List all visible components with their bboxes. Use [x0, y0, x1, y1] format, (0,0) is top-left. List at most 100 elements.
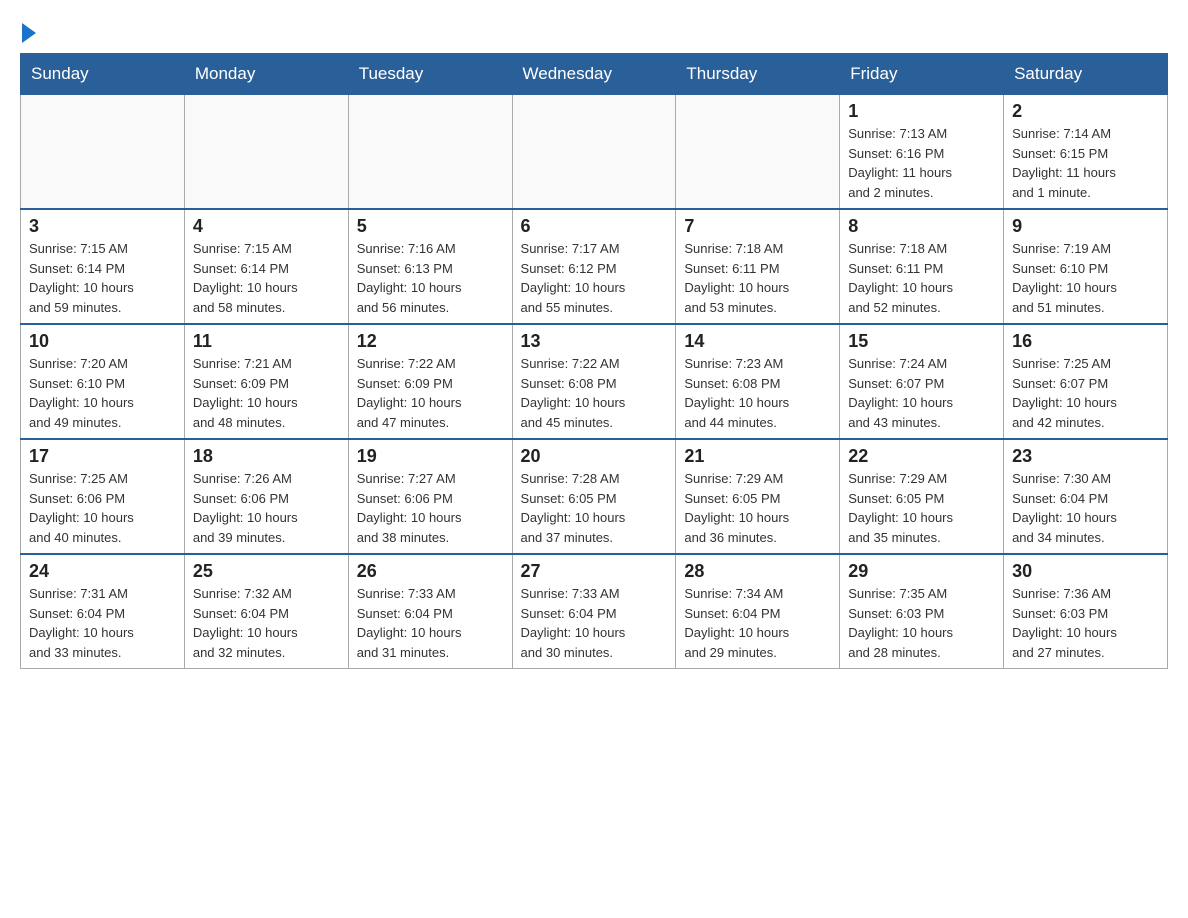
- day-number: 8: [848, 216, 995, 237]
- day-info: Sunrise: 7:15 AMSunset: 6:14 PMDaylight:…: [29, 239, 176, 317]
- calendar-cell: 5Sunrise: 7:16 AMSunset: 6:13 PMDaylight…: [348, 209, 512, 324]
- logo-triangle-icon: [22, 23, 36, 43]
- day-header-wednesday: Wednesday: [512, 54, 676, 95]
- day-info: Sunrise: 7:14 AMSunset: 6:15 PMDaylight:…: [1012, 124, 1159, 202]
- day-number: 9: [1012, 216, 1159, 237]
- day-info: Sunrise: 7:23 AMSunset: 6:08 PMDaylight:…: [684, 354, 831, 432]
- calendar-cell: 24Sunrise: 7:31 AMSunset: 6:04 PMDayligh…: [21, 554, 185, 669]
- day-number: 7: [684, 216, 831, 237]
- day-number: 18: [193, 446, 340, 467]
- day-info: Sunrise: 7:22 AMSunset: 6:08 PMDaylight:…: [521, 354, 668, 432]
- calendar-week-row: 24Sunrise: 7:31 AMSunset: 6:04 PMDayligh…: [21, 554, 1168, 669]
- day-info: Sunrise: 7:28 AMSunset: 6:05 PMDaylight:…: [521, 469, 668, 547]
- calendar-cell: 29Sunrise: 7:35 AMSunset: 6:03 PMDayligh…: [840, 554, 1004, 669]
- calendar-cell: 19Sunrise: 7:27 AMSunset: 6:06 PMDayligh…: [348, 439, 512, 554]
- day-number: 25: [193, 561, 340, 582]
- calendar-cell: 8Sunrise: 7:18 AMSunset: 6:11 PMDaylight…: [840, 209, 1004, 324]
- day-number: 6: [521, 216, 668, 237]
- day-header-thursday: Thursday: [676, 54, 840, 95]
- calendar-cell: 21Sunrise: 7:29 AMSunset: 6:05 PMDayligh…: [676, 439, 840, 554]
- logo-blue-container: [20, 25, 36, 43]
- calendar-cell: [348, 95, 512, 210]
- calendar-cell: [676, 95, 840, 210]
- day-number: 23: [1012, 446, 1159, 467]
- day-number: 16: [1012, 331, 1159, 352]
- calendar-cell: 9Sunrise: 7:19 AMSunset: 6:10 PMDaylight…: [1004, 209, 1168, 324]
- day-number: 19: [357, 446, 504, 467]
- day-info: Sunrise: 7:33 AMSunset: 6:04 PMDaylight:…: [357, 584, 504, 662]
- calendar-cell: 26Sunrise: 7:33 AMSunset: 6:04 PMDayligh…: [348, 554, 512, 669]
- day-number: 17: [29, 446, 176, 467]
- day-info: Sunrise: 7:33 AMSunset: 6:04 PMDaylight:…: [521, 584, 668, 662]
- calendar-cell: 20Sunrise: 7:28 AMSunset: 6:05 PMDayligh…: [512, 439, 676, 554]
- day-info: Sunrise: 7:18 AMSunset: 6:11 PMDaylight:…: [848, 239, 995, 317]
- calendar-cell: 27Sunrise: 7:33 AMSunset: 6:04 PMDayligh…: [512, 554, 676, 669]
- day-header-tuesday: Tuesday: [348, 54, 512, 95]
- calendar-cell: 7Sunrise: 7:18 AMSunset: 6:11 PMDaylight…: [676, 209, 840, 324]
- day-number: 14: [684, 331, 831, 352]
- day-info: Sunrise: 7:20 AMSunset: 6:10 PMDaylight:…: [29, 354, 176, 432]
- day-header-sunday: Sunday: [21, 54, 185, 95]
- day-number: 27: [521, 561, 668, 582]
- day-number: 2: [1012, 101, 1159, 122]
- calendar-cell: 23Sunrise: 7:30 AMSunset: 6:04 PMDayligh…: [1004, 439, 1168, 554]
- day-info: Sunrise: 7:17 AMSunset: 6:12 PMDaylight:…: [521, 239, 668, 317]
- day-info: Sunrise: 7:19 AMSunset: 6:10 PMDaylight:…: [1012, 239, 1159, 317]
- day-number: 1: [848, 101, 995, 122]
- calendar-cell: 10Sunrise: 7:20 AMSunset: 6:10 PMDayligh…: [21, 324, 185, 439]
- day-header-saturday: Saturday: [1004, 54, 1168, 95]
- calendar-cell: 15Sunrise: 7:24 AMSunset: 6:07 PMDayligh…: [840, 324, 1004, 439]
- calendar-cell: 13Sunrise: 7:22 AMSunset: 6:08 PMDayligh…: [512, 324, 676, 439]
- day-number: 29: [848, 561, 995, 582]
- day-number: 4: [193, 216, 340, 237]
- day-number: 13: [521, 331, 668, 352]
- calendar-cell: 2Sunrise: 7:14 AMSunset: 6:15 PMDaylight…: [1004, 95, 1168, 210]
- calendar-week-row: 10Sunrise: 7:20 AMSunset: 6:10 PMDayligh…: [21, 324, 1168, 439]
- day-info: Sunrise: 7:30 AMSunset: 6:04 PMDaylight:…: [1012, 469, 1159, 547]
- calendar-cell: 12Sunrise: 7:22 AMSunset: 6:09 PMDayligh…: [348, 324, 512, 439]
- day-info: Sunrise: 7:15 AMSunset: 6:14 PMDaylight:…: [193, 239, 340, 317]
- calendar-week-row: 1Sunrise: 7:13 AMSunset: 6:16 PMDaylight…: [21, 95, 1168, 210]
- day-info: Sunrise: 7:36 AMSunset: 6:03 PMDaylight:…: [1012, 584, 1159, 662]
- day-header-monday: Monday: [184, 54, 348, 95]
- day-info: Sunrise: 7:21 AMSunset: 6:09 PMDaylight:…: [193, 354, 340, 432]
- calendar-cell: [512, 95, 676, 210]
- day-number: 20: [521, 446, 668, 467]
- calendar-cell: [21, 95, 185, 210]
- day-number: 15: [848, 331, 995, 352]
- day-info: Sunrise: 7:35 AMSunset: 6:03 PMDaylight:…: [848, 584, 995, 662]
- calendar-header-row: SundayMondayTuesdayWednesdayThursdayFrid…: [21, 54, 1168, 95]
- calendar-cell: 22Sunrise: 7:29 AMSunset: 6:05 PMDayligh…: [840, 439, 1004, 554]
- day-info: Sunrise: 7:34 AMSunset: 6:04 PMDaylight:…: [684, 584, 831, 662]
- calendar-week-row: 3Sunrise: 7:15 AMSunset: 6:14 PMDaylight…: [21, 209, 1168, 324]
- calendar-cell: [184, 95, 348, 210]
- calendar-cell: 4Sunrise: 7:15 AMSunset: 6:14 PMDaylight…: [184, 209, 348, 324]
- calendar-cell: 17Sunrise: 7:25 AMSunset: 6:06 PMDayligh…: [21, 439, 185, 554]
- day-number: 5: [357, 216, 504, 237]
- calendar-cell: 18Sunrise: 7:26 AMSunset: 6:06 PMDayligh…: [184, 439, 348, 554]
- day-info: Sunrise: 7:26 AMSunset: 6:06 PMDaylight:…: [193, 469, 340, 547]
- day-number: 12: [357, 331, 504, 352]
- logo: [20, 20, 36, 43]
- day-number: 26: [357, 561, 504, 582]
- day-info: Sunrise: 7:29 AMSunset: 6:05 PMDaylight:…: [684, 469, 831, 547]
- day-number: 22: [848, 446, 995, 467]
- day-info: Sunrise: 7:24 AMSunset: 6:07 PMDaylight:…: [848, 354, 995, 432]
- day-info: Sunrise: 7:31 AMSunset: 6:04 PMDaylight:…: [29, 584, 176, 662]
- calendar-cell: 25Sunrise: 7:32 AMSunset: 6:04 PMDayligh…: [184, 554, 348, 669]
- calendar-cell: 16Sunrise: 7:25 AMSunset: 6:07 PMDayligh…: [1004, 324, 1168, 439]
- day-number: 24: [29, 561, 176, 582]
- day-number: 10: [29, 331, 176, 352]
- header: [20, 20, 1168, 43]
- calendar-cell: 3Sunrise: 7:15 AMSunset: 6:14 PMDaylight…: [21, 209, 185, 324]
- day-info: Sunrise: 7:16 AMSunset: 6:13 PMDaylight:…: [357, 239, 504, 317]
- day-info: Sunrise: 7:25 AMSunset: 6:06 PMDaylight:…: [29, 469, 176, 547]
- calendar-week-row: 17Sunrise: 7:25 AMSunset: 6:06 PMDayligh…: [21, 439, 1168, 554]
- day-number: 30: [1012, 561, 1159, 582]
- calendar-cell: 11Sunrise: 7:21 AMSunset: 6:09 PMDayligh…: [184, 324, 348, 439]
- day-header-friday: Friday: [840, 54, 1004, 95]
- calendar-cell: 28Sunrise: 7:34 AMSunset: 6:04 PMDayligh…: [676, 554, 840, 669]
- calendar-table: SundayMondayTuesdayWednesdayThursdayFrid…: [20, 53, 1168, 669]
- day-info: Sunrise: 7:25 AMSunset: 6:07 PMDaylight:…: [1012, 354, 1159, 432]
- day-info: Sunrise: 7:18 AMSunset: 6:11 PMDaylight:…: [684, 239, 831, 317]
